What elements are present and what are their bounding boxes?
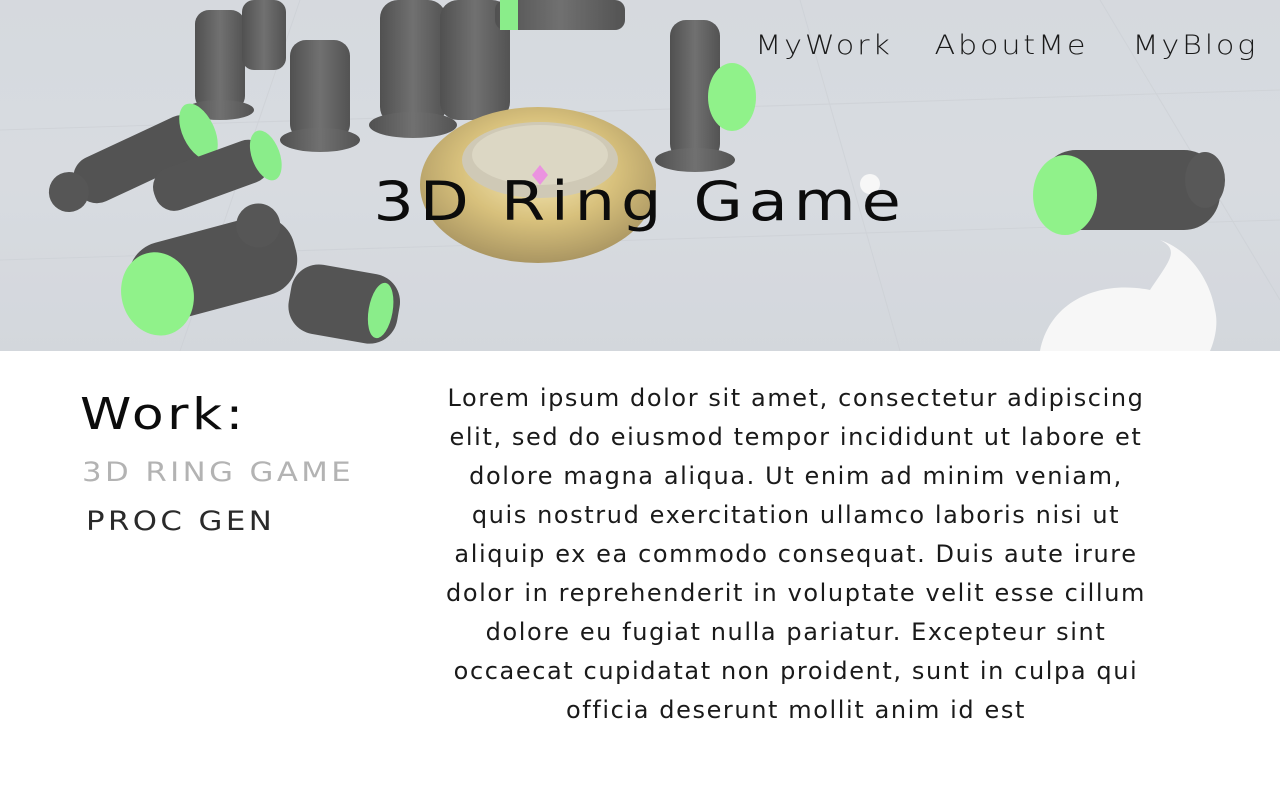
page-title: 3D Ring Game [0, 170, 1280, 233]
nav-link-aboutme[interactable]: AboutMe [934, 30, 1088, 61]
main-content: Work: 3D RING GAME PROC GEN Lorem ipsum … [0, 351, 1280, 800]
hero-banner: MyWork AboutMe MyBlog 3D Ring Game [0, 0, 1280, 351]
project-description: Lorem ipsum dolor sit amet, consectetur … [445, 384, 1146, 724]
work-heading: Work: [80, 389, 247, 440]
nav-link-mywork[interactable]: MyWork [755, 30, 892, 61]
work-item-3d-ring-game[interactable]: 3D RING GAME [82, 457, 354, 488]
top-nav: MyWork AboutMe MyBlog [755, 30, 1258, 61]
page-title-text: 3D Ring Game [373, 170, 907, 233]
nav-link-myblog[interactable]: MyBlog [1132, 30, 1258, 61]
work-item-proc-gen[interactable]: PROC GEN [86, 506, 275, 537]
